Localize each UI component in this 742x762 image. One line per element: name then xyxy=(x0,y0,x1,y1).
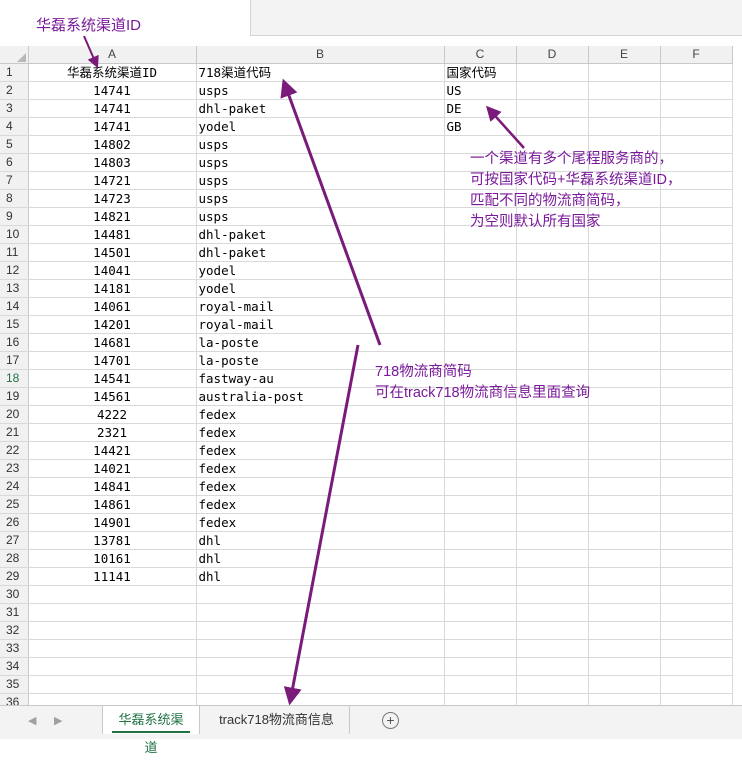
arrow-to-column-b xyxy=(280,78,382,346)
plus-icon: + xyxy=(386,712,395,728)
arrow-to-sheet-tab xyxy=(283,344,360,706)
sheet-tab-label: track718物流商信息 xyxy=(219,712,334,727)
arrow-to-country-codes xyxy=(485,105,525,149)
prev-sheet-icon[interactable]: ◀ xyxy=(28,714,36,727)
annotation-arrows xyxy=(83,35,525,706)
arrow-to-column-a xyxy=(83,35,99,69)
sheet-tab-track718[interactable]: track718物流商信息 xyxy=(204,706,350,734)
sheet-tab-channels[interactable]: 华磊系统渠道 xyxy=(102,706,200,755)
next-sheet-icon[interactable]: ▶ xyxy=(54,714,62,727)
active-tab-underline xyxy=(112,731,190,733)
sheet-tab-bar: ◀ ▶ 华磊系统渠道 track718物流商信息 + xyxy=(0,705,742,755)
add-sheet-button[interactable]: + xyxy=(382,712,399,729)
sheet-tab-label: 华磊系统渠道 xyxy=(118,712,184,755)
